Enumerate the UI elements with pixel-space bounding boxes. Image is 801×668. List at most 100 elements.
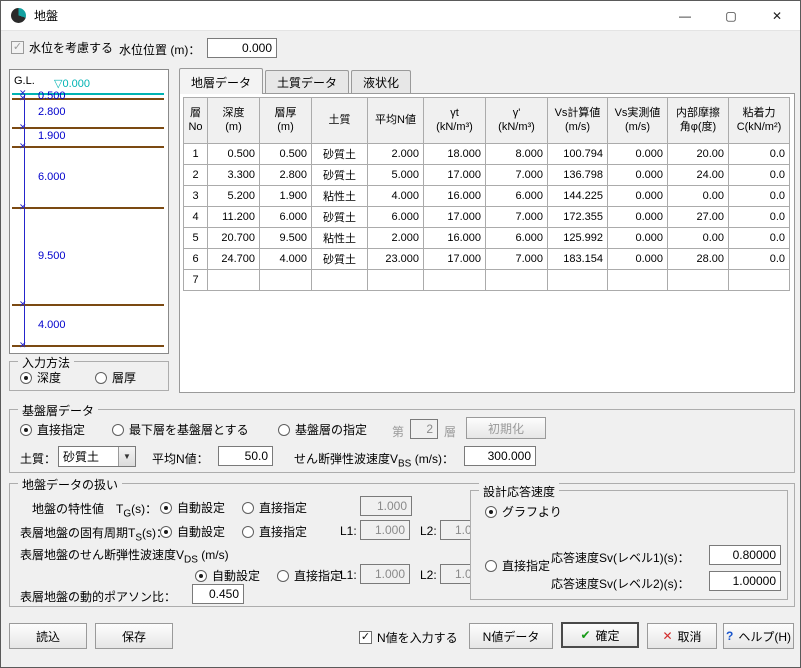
grid-cell[interactable]: 4.000 [260, 249, 312, 270]
grid-cell[interactable]: 2.800 [260, 165, 312, 186]
grid-cell[interactable]: 6.000 [486, 186, 548, 207]
grid-cell[interactable]: 2.000 [368, 228, 424, 249]
radio-vds-direct[interactable]: 直接指定 [277, 567, 342, 584]
grid-cell[interactable]: 0.000 [608, 165, 668, 186]
tab-liquefaction[interactable]: 液状化 [351, 70, 411, 94]
grid-cell[interactable]: 0.000 [608, 249, 668, 270]
poisson-input[interactable] [192, 584, 244, 604]
grid-cell[interactable]: 0.000 [608, 144, 668, 165]
grid-cell[interactable]: 0.0 [729, 165, 790, 186]
sv2-input[interactable] [709, 571, 781, 591]
grid-cell[interactable]: 4.000 [368, 186, 424, 207]
grid-cell[interactable]: 2.000 [368, 144, 424, 165]
grid-cell[interactable]: 1.900 [260, 186, 312, 207]
grid-cell[interactable]: 125.992 [548, 228, 608, 249]
grid-cell[interactable] [486, 270, 548, 291]
grid-cell[interactable] [729, 270, 790, 291]
save-button[interactable]: 保存 [95, 623, 173, 649]
consider-water-checkbox[interactable]: ✓ 水位を考慮する [11, 39, 113, 56]
grid-cell[interactable]: 7.000 [486, 165, 548, 186]
grid-cell[interactable]: 0.000 [608, 207, 668, 228]
sv1-input[interactable] [709, 545, 781, 565]
grid-cell[interactable]: 172.355 [548, 207, 608, 228]
grid-cell[interactable] [548, 270, 608, 291]
ts-l1-input[interactable] [360, 520, 410, 540]
tg-input[interactable] [360, 496, 412, 516]
grid-cell[interactable]: 27.00 [668, 207, 729, 228]
grid-cell[interactable]: 3.300 [208, 165, 260, 186]
tab-soil-data[interactable]: 土質データ [265, 70, 349, 94]
avg-n-input[interactable] [218, 446, 273, 466]
grid-cell[interactable] [608, 270, 668, 291]
grid-cell[interactable]: 0.0 [729, 144, 790, 165]
grid-cell[interactable]: 5.200 [208, 186, 260, 207]
water-position-input[interactable] [207, 38, 277, 58]
radio-ts-direct[interactable]: 直接指定 [242, 523, 307, 540]
grid-cell[interactable]: 0.0 [729, 186, 790, 207]
grid-cell[interactable]: 0.0 [729, 228, 790, 249]
grid-cell[interactable]: 28.00 [668, 249, 729, 270]
grid-cell[interactable]: 17.000 [424, 249, 486, 270]
grid-cell[interactable]: 24.00 [668, 165, 729, 186]
grid-cell[interactable]: 17.000 [424, 207, 486, 228]
grid-cell[interactable]: 粘性土 [312, 186, 368, 207]
radio-response-graph[interactable]: グラフより [485, 503, 562, 520]
radio-response-direct[interactable]: 直接指定 [485, 557, 550, 574]
grid-cell[interactable]: 11.200 [208, 207, 260, 228]
grid-cell[interactable] [312, 270, 368, 291]
radio-base-lowest[interactable]: 最下層を基盤層とする [112, 421, 249, 438]
grid-cell[interactable]: 24.700 [208, 249, 260, 270]
grid-cell[interactable]: 144.225 [548, 186, 608, 207]
radio-vds-auto[interactable]: 自動設定 [195, 567, 260, 584]
nvalue-data-button[interactable]: N値データ [469, 623, 553, 649]
radio-base-specify[interactable]: 基盤層の指定 [278, 421, 367, 438]
grid-cell[interactable]: 9.500 [260, 228, 312, 249]
grid-cell[interactable]: 粘性土 [312, 228, 368, 249]
radio-tg-auto[interactable]: 自動設定 [160, 499, 225, 516]
maximize-button[interactable]: ▢ [708, 1, 754, 30]
grid-cell[interactable] [424, 270, 486, 291]
grid-cell[interactable] [208, 270, 260, 291]
grid-cell[interactable]: 0.000 [608, 228, 668, 249]
grid-cell[interactable]: 136.798 [548, 165, 608, 186]
grid-cell[interactable]: 16.000 [424, 186, 486, 207]
grid-cell[interactable]: 23.000 [368, 249, 424, 270]
grid-cell[interactable]: 砂質土 [312, 207, 368, 228]
grid-cell[interactable]: 0.0 [729, 249, 790, 270]
radio-thickness[interactable]: 層厚 [95, 369, 136, 386]
tab-layer-data[interactable]: 地層データ [179, 68, 263, 94]
nvalue-checkbox[interactable]: ✓ N値を入力する [359, 629, 458, 646]
grid-cell[interactable]: 6.000 [260, 207, 312, 228]
grid-cell[interactable]: 7.000 [486, 249, 548, 270]
grid-cell[interactable]: 0.00 [668, 228, 729, 249]
close-button[interactable]: ✕ [754, 1, 800, 30]
confirm-button[interactable]: ✔確定 [561, 622, 639, 648]
grid-cell[interactable]: 6.000 [368, 207, 424, 228]
grid-cell[interactable]: 100.794 [548, 144, 608, 165]
grid-cell[interactable]: 16.000 [424, 228, 486, 249]
help-button[interactable]: ?ヘルプ(H) [723, 623, 794, 649]
radio-base-direct[interactable]: 直接指定 [20, 421, 85, 438]
radio-tg-direct[interactable]: 直接指定 [242, 499, 307, 516]
radio-ts-auto[interactable]: 自動設定 [160, 523, 225, 540]
grid-cell[interactable]: 18.000 [424, 144, 486, 165]
soil-type-select[interactable]: 砂質土 ▼ [58, 446, 136, 467]
load-button[interactable]: 読込 [9, 623, 87, 649]
grid-cell[interactable]: 0.000 [608, 186, 668, 207]
base-layer-number-input[interactable] [410, 419, 438, 439]
vds-l1-input[interactable] [360, 564, 410, 584]
grid-cell[interactable] [260, 270, 312, 291]
grid-cell[interactable] [368, 270, 424, 291]
grid-cell[interactable]: 8.000 [486, 144, 548, 165]
grid-cell[interactable]: 0.00 [668, 186, 729, 207]
grid-cell[interactable]: 6.000 [486, 228, 548, 249]
grid-cell[interactable]: 20.700 [208, 228, 260, 249]
initialize-button[interactable]: 初期化 [466, 417, 546, 439]
grid-cell[interactable]: 17.000 [424, 165, 486, 186]
grid-cell[interactable]: 7.000 [486, 207, 548, 228]
minimize-button[interactable]: — [662, 1, 708, 30]
grid-cell[interactable]: 0.500 [208, 144, 260, 165]
grid-cell[interactable]: 砂質土 [312, 165, 368, 186]
grid-cell[interactable]: 183.154 [548, 249, 608, 270]
grid-cell[interactable]: 砂質土 [312, 144, 368, 165]
